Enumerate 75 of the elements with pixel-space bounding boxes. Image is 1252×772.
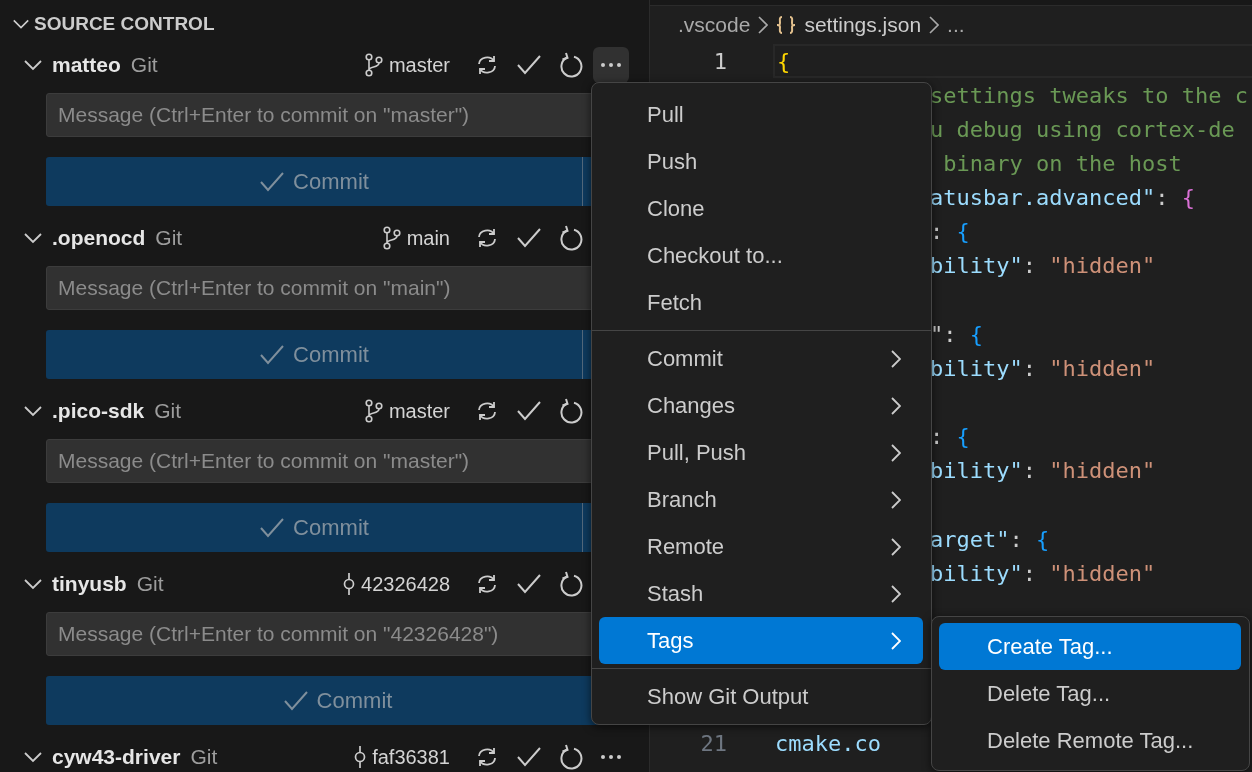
code-line: cmake.co: [775, 731, 881, 757]
sync-icon[interactable]: [475, 227, 499, 249]
breadcrumb-separator-icon: [929, 16, 940, 34]
menu-item[interactable]: Changes: [599, 382, 923, 429]
json-file-icon: [776, 16, 797, 34]
code-line: {: [777, 48, 791, 74]
branch-label[interactable]: 42326428: [361, 572, 450, 596]
menu-item[interactable]: Clone: [599, 185, 923, 232]
breadcrumb-item[interactable]: settings.json: [804, 13, 922, 37]
menu-item[interactable]: Create Tag...: [939, 623, 1241, 670]
menu-item[interactable]: Remote: [599, 523, 923, 570]
code-line: : {: [930, 219, 970, 245]
code-line: arget": {: [930, 526, 1050, 552]
line-number: 1: [712, 48, 727, 74]
refresh-icon[interactable]: [559, 571, 583, 597]
code-line: u debug using cortex-de: [930, 116, 1235, 142]
more-actions-button[interactable]: [593, 47, 629, 83]
refresh-icon[interactable]: [559, 52, 583, 78]
branch-label[interactable]: faf36381: [372, 745, 450, 769]
code-line: ": {: [930, 321, 983, 347]
line-number: 21: [699, 731, 727, 757]
check-icon: [282, 689, 309, 712]
section-title[interactable]: SOURCE CONTROL: [34, 13, 215, 35]
code-line: bility": "hidden": [930, 458, 1156, 484]
sync-icon[interactable]: [475, 573, 499, 595]
provider-label: Git: [154, 399, 182, 423]
code-line: bility": "hidden": [930, 355, 1156, 381]
repository-name: tinyusb: [52, 572, 127, 596]
chevron-down-icon[interactable]: [12, 18, 30, 30]
menu-item[interactable]: Push: [599, 138, 923, 185]
breadcrumb-item[interactable]: ...: [947, 13, 965, 37]
chevron-down-icon[interactable]: [24, 232, 42, 244]
branch-label[interactable]: master: [388, 53, 450, 77]
check-icon[interactable]: [516, 400, 542, 422]
check-icon: [259, 343, 286, 366]
sync-icon[interactable]: [475, 746, 499, 768]
check-icon[interactable]: [516, 227, 542, 249]
menu-item[interactable]: Tags: [599, 617, 923, 664]
code-line: binary on the host: [942, 151, 1182, 176]
menu-item[interactable]: Delete Remote Tag...: [939, 717, 1241, 764]
check-icon: [259, 516, 286, 539]
repository-name: cyw43-driver: [52, 745, 181, 769]
branch-label[interactable]: master: [388, 399, 450, 423]
menu-item[interactable]: Delete Tag...: [939, 670, 1241, 717]
code-line: atusbar.advanced": {: [930, 185, 1195, 211]
code-line: bility": "hidden": [930, 253, 1156, 279]
chevron-down-icon[interactable]: [24, 751, 42, 763]
provider-label: Git: [136, 572, 164, 596]
breadcrumb-item[interactable]: .vscode: [678, 13, 751, 37]
code-line: bility": "hidden": [930, 560, 1156, 586]
code-line: settings tweaks to the c: [930, 82, 1248, 108]
breadcrumb-separator-icon: [758, 16, 769, 34]
sync-icon[interactable]: [475, 400, 499, 422]
repository-name: matteo: [52, 53, 121, 77]
code-line: : {: [930, 424, 970, 450]
branch-label[interactable]: main: [406, 226, 450, 250]
ellipsis-icon: [600, 62, 622, 68]
menu-item[interactable]: Commit: [599, 335, 923, 382]
refresh-icon[interactable]: [559, 398, 583, 424]
chevron-down-icon[interactable]: [24, 578, 42, 590]
check-icon: [259, 170, 286, 193]
check-icon[interactable]: [516, 54, 542, 76]
check-icon[interactable]: [516, 746, 542, 768]
repository-name: .openocd: [52, 226, 146, 250]
chevron-down-icon[interactable]: [24, 59, 42, 71]
sync-icon[interactable]: [475, 54, 499, 76]
refresh-icon[interactable]: [559, 225, 583, 251]
provider-label: Git: [190, 745, 218, 769]
refresh-icon[interactable]: [559, 744, 583, 770]
provider-label: Git: [130, 53, 158, 77]
chevron-down-icon[interactable]: [24, 405, 42, 417]
check-icon[interactable]: [516, 573, 542, 595]
ellipsis-icon: [600, 754, 622, 760]
provider-label: Git: [155, 226, 183, 250]
repository-name: .pico-sdk: [52, 399, 145, 423]
